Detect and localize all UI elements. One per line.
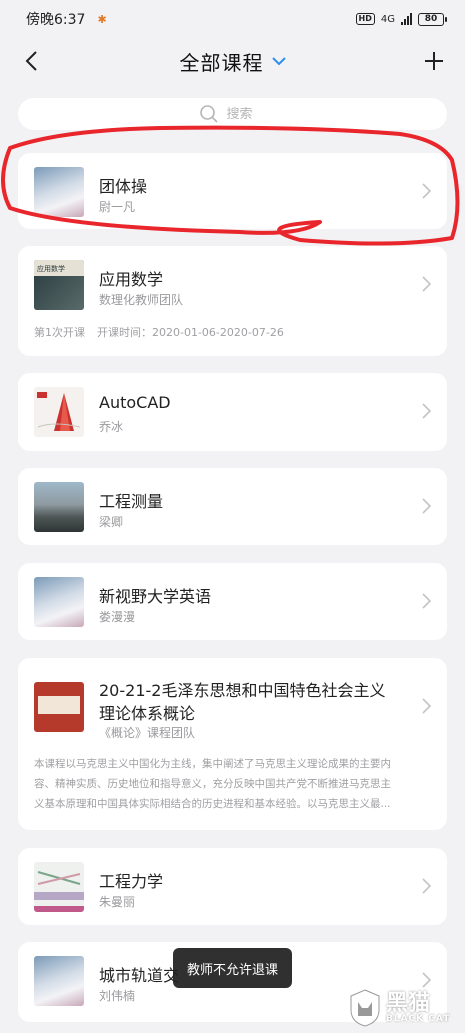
course-card[interactable]: 应用数学 应用数学 数理化教师团队 第1次开课 开课时间：2020-01-06-2… <box>18 246 447 356</box>
notification-icon: ✱ <box>97 12 107 26</box>
course-card[interactable]: 20-21-2毛泽东思想和中国特色社会主义 理论体系概论 《概论》课程团队 本课… <box>18 658 447 830</box>
course-card[interactable]: 工程测量 梁卿 <box>18 468 447 545</box>
battery-icon: 80 <box>418 12 447 26</box>
chevron-right-icon <box>422 498 431 514</box>
course-card[interactable]: 工程力学 朱曼丽 <box>18 848 447 925</box>
search-input[interactable] <box>226 106 267 122</box>
chevron-right-icon <box>422 593 431 609</box>
course-title-line2: 理论体系概论 <box>99 704 196 723</box>
search-icon <box>199 105 218 123</box>
watermark: 黑猫 BLACK CAT <box>348 985 464 1031</box>
chevron-right-icon <box>422 183 431 199</box>
page-title: 全部课程 <box>179 50 264 75</box>
back-arrow-icon <box>25 51 37 71</box>
course-schedule: 第1次开课 开课时间：2020-01-06-2020-07-26 <box>34 324 284 340</box>
course-title: 城市轨道交 <box>99 966 180 985</box>
course-title: AutoCAD <box>99 393 171 412</box>
course-teacher: 《概论》课程团队 <box>99 726 196 740</box>
course-cover-image <box>34 167 84 217</box>
course-teacher: 乔冰 <box>99 420 124 434</box>
network-type: 4G <box>380 13 395 25</box>
status-bar: 傍晚6:37 ✱ HD 4G 80 <box>0 0 465 38</box>
search-bar[interactable] <box>18 98 447 130</box>
course-teacher: 刘伟楠 <box>99 989 136 1003</box>
status-time: 傍晚6:37 <box>26 12 86 28</box>
course-card[interactable]: AutoCAD 乔冰 <box>18 373 447 451</box>
course-card[interactable]: 团体操 尉一凡 <box>18 153 447 229</box>
course-title: 团体操 <box>99 177 148 196</box>
course-teacher: 梁卿 <box>99 515 124 529</box>
course-cover-image <box>34 956 84 1006</box>
course-title: 应用数学 <box>99 270 164 289</box>
course-teacher: 尉一凡 <box>99 200 136 214</box>
toast-message: 教师不允许退课 <box>173 948 292 988</box>
cover-title: 应用数学 <box>34 260 84 276</box>
course-description: 本课程以马克思主义中国化为主线，集中阐述了马克思主义理论成果的主要内 容、精神实… <box>34 754 425 814</box>
course-cover-image <box>34 387 84 437</box>
course-description-line: 容、精神实质、历史地位和指导意义，充分反映中国共产党不断推进马克思主 <box>34 778 391 790</box>
plus-icon <box>425 52 443 70</box>
course-teacher: 数理化教师团队 <box>99 293 184 307</box>
signal-icon <box>401 13 412 25</box>
hd-badge: HD <box>355 13 375 25</box>
chevron-right-icon <box>422 878 431 894</box>
course-title: 新视野大学英语 <box>99 587 212 606</box>
course-dates: 开课时间：2020-01-06-2020-07-26 <box>97 326 284 339</box>
chevron-right-icon <box>422 698 431 714</box>
course-description-line: 义基本原理和中国具体实际相结合的历史进程和基本经验。以马克思主义最... <box>34 798 391 810</box>
course-cover-image <box>34 577 84 627</box>
watermark-cn: 黑猫 <box>386 990 431 1016</box>
course-title: 工程力学 <box>99 872 164 891</box>
course-card[interactable]: 新视野大学英语 娄漫漫 <box>18 563 447 640</box>
chevron-down-icon <box>271 56 286 65</box>
watermark-en: BLACK CAT <box>386 1013 451 1024</box>
add-course-button[interactable] <box>417 44 451 78</box>
nav-bar: 全部课程 <box>0 38 465 84</box>
course-cover-image <box>34 862 84 912</box>
course-title: 工程测量 <box>99 492 164 511</box>
cat-shield-icon <box>350 989 380 1027</box>
course-cover-image: 应用数学 <box>34 260 84 310</box>
course-session: 第1次开课 <box>34 326 85 339</box>
course-teacher: 朱曼丽 <box>99 895 136 909</box>
course-cover-image <box>34 682 84 732</box>
course-filter-dropdown[interactable]: 全部课程 <box>180 47 286 76</box>
course-teacher: 娄漫漫 <box>99 610 136 624</box>
course-cover-image <box>34 482 84 532</box>
chevron-right-icon <box>422 276 431 292</box>
battery-level: 80 <box>418 12 444 26</box>
course-title-line1: 20-21-2毛泽东思想和中国特色社会主义 <box>99 681 386 700</box>
course-description-line: 本课程以马克思主义中国化为主线，集中阐述了马克思主义理论成果的主要内 <box>34 758 391 770</box>
back-button[interactable] <box>14 44 48 78</box>
chevron-right-icon <box>422 403 431 419</box>
